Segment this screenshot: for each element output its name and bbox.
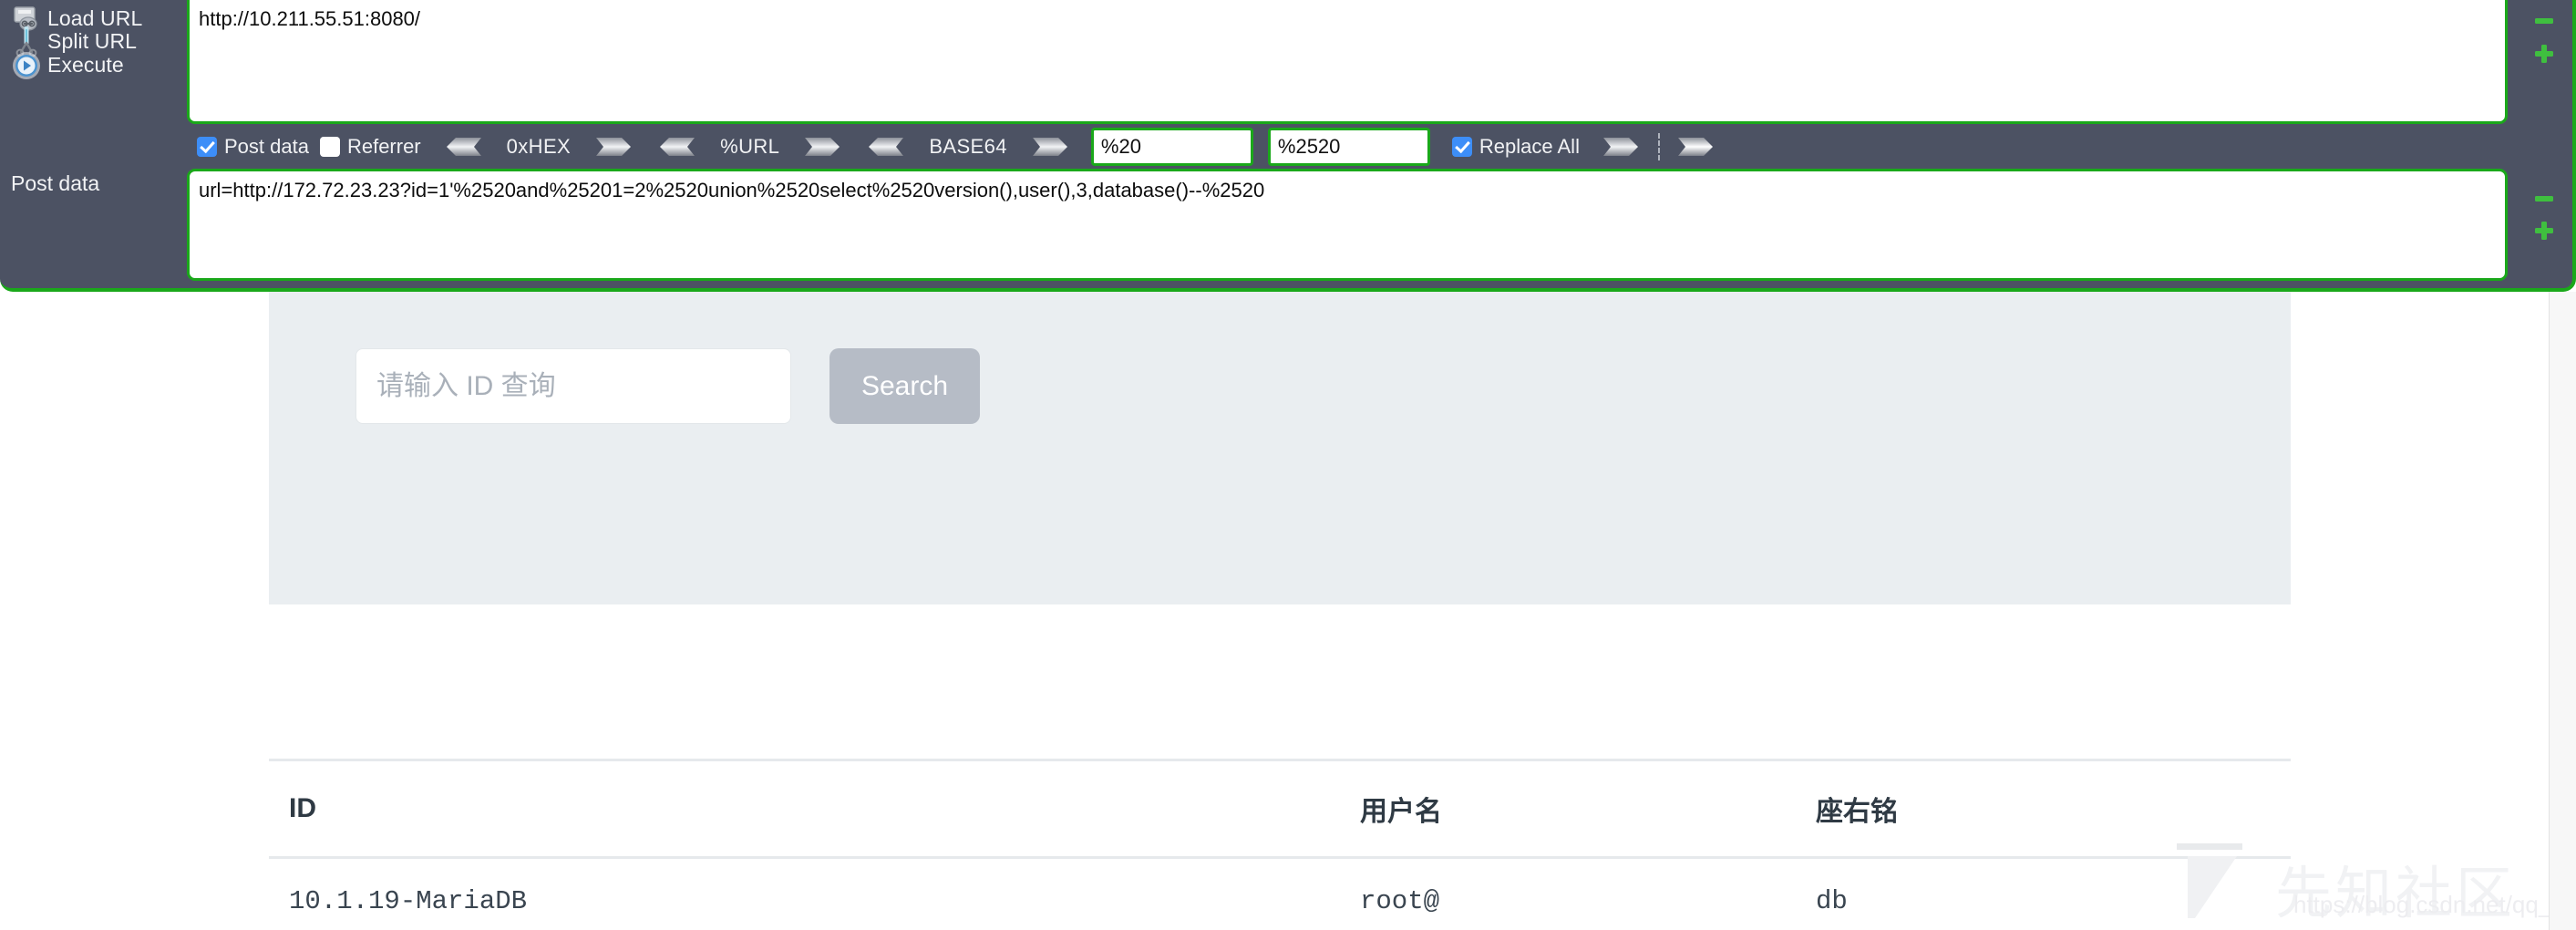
column-header-username: 用户名 [1340,760,1796,858]
column-header-motto: 座右铭 [1796,760,2291,858]
execute-label: Execute [47,53,124,78]
hex-decode-arrow-left-icon[interactable] [445,138,481,156]
referrer-checkbox[interactable]: Referrer [320,135,421,159]
execute-button[interactable]: Execute [0,44,187,87]
remove-row-icon[interactable] [2532,187,2556,211]
encoder-group-base64: BASE64 [867,135,1069,159]
replace-to-input[interactable] [1268,128,1430,166]
url-decode-arrow-left-icon[interactable] [658,138,695,156]
url-encode-arrow-right-icon[interactable] [805,138,841,156]
referrer-checkbox-box [320,137,340,157]
result-table: ID 用户名 座右铭 10.1.19-MariaDB root@ db [269,759,2291,930]
cell-motto: db [1796,858,2291,930]
post-data-textarea[interactable]: url=http://172.72.23.23?id=1'%2520and%25… [187,169,2508,281]
search-input[interactable] [355,348,791,424]
post-data-checkbox-label: Post data [224,135,309,159]
remove-row-icon[interactable] [2532,9,2556,33]
encoder-group-hex: 0xHEX [445,135,633,159]
search-button[interactable]: Search [829,348,980,424]
cell-id: 10.1.19-MariaDB [269,858,1340,930]
hackbar-toolbar: Post data Referrer 0xHEX [187,124,2520,169]
cell-username: root@ [1340,858,1796,930]
search-card: Search [269,292,2291,604]
replace-all-checkbox-label: Replace All [1479,135,1580,159]
hackbar-action-list: Load URL Split URL [0,0,187,292]
replace-apply-arrow-icon[interactable] [1603,138,1640,156]
add-row-icon[interactable] [2532,219,2556,243]
hackbar-panel: Load URL Split URL [0,0,2576,292]
extra-action-arrow-icon[interactable] [1678,138,1715,156]
hex-encode-arrow-right-icon[interactable] [596,138,633,156]
page-content: Search ID 用户名 座右铭 10.1.19-MariaDB root@ … [0,292,2576,930]
encoder-group-url: %URL [658,135,841,159]
replace-all-checkbox[interactable]: Replace All [1452,135,1580,159]
url-encoder-label: %URL [707,135,792,159]
replace-from-input[interactable] [1091,128,1253,166]
post-data-checkbox[interactable]: Post data [197,135,309,159]
watermark-text: 先知社区 [2275,847,2516,929]
base64-decode-arrow-left-icon[interactable] [867,138,903,156]
hex-encoder-label: 0xHEX [494,135,583,159]
post-data-checkbox-box [197,137,217,157]
base64-encoder-label: BASE64 [916,135,1020,159]
table-header-row: ID 用户名 座右铭 [269,760,2291,858]
watermark-url: https://blog.csdn.net/qq_33608000 [2293,891,2576,919]
execute-play-icon [5,47,47,84]
base64-encode-arrow-right-icon[interactable] [1033,138,1069,156]
referrer-checkbox-label: Referrer [347,135,421,159]
page-scrollbar[interactable] [2549,292,2576,930]
post-data-section-label: Post data [11,171,99,196]
replace-all-checkbox-box [1452,137,1472,157]
add-row-icon[interactable] [2532,42,2556,66]
column-header-id: ID [269,760,1340,858]
table-row: 10.1.19-MariaDB root@ db [269,858,2291,930]
url-textarea[interactable]: http://10.211.55.51:8080/ [187,0,2508,124]
toolbar-divider [1658,133,1660,160]
